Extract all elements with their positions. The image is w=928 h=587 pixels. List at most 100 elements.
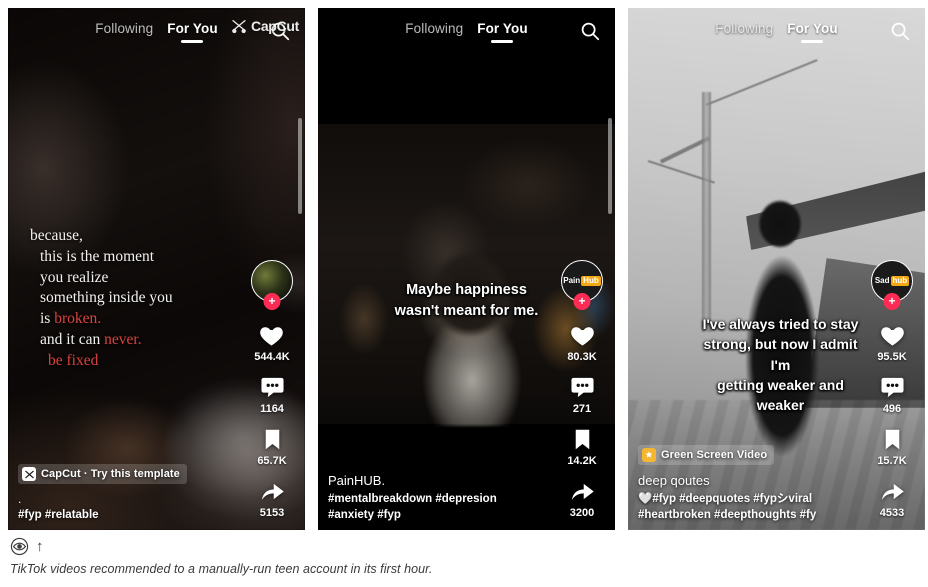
avatar-text-white-2: Pain (563, 276, 581, 285)
top-nav-bar-2: Following For You (318, 8, 615, 54)
caption-title-2: PainHUB. (328, 473, 386, 489)
share-action-2[interactable]: 3200 (567, 476, 597, 519)
avatar-text-highlight-2: Hub (581, 276, 601, 286)
capcut-watermark-label: CapCut (251, 18, 299, 34)
bookmark-action-3[interactable]: 15.7K (877, 424, 907, 467)
scroll-indicator-1[interactable] (298, 118, 302, 214)
tiktok-feed-figure: Following For You CapCut because, this i… (0, 0, 928, 587)
video-panel-2[interactable]: Following For You Maybe happiness wasn't… (318, 8, 615, 530)
subtitle-line-2: strong, but now I admit I'm (703, 336, 858, 373)
quote-line-6-red: never. (104, 330, 142, 348)
figure-footer: ↑ TikTok videos recommended to a manuall… (0, 532, 928, 587)
quote-line-1: because, (30, 227, 83, 244)
like-count-2: 80.3K (567, 351, 597, 363)
comment-count-3: 496 (882, 403, 902, 415)
bookmark-action-1[interactable]: 65.7K (257, 424, 287, 467)
share-icon (877, 476, 907, 506)
caption-tags-1[interactable]: #fyp #relatable (18, 508, 254, 524)
comment-icon (567, 372, 597, 402)
avatar-text-highlight-3: hub (890, 276, 910, 286)
like-action-1[interactable]: 544.4K (254, 320, 290, 363)
avatar-3[interactable]: Sad hub + (871, 260, 913, 310)
top-nav-bar-3: Following For You (628, 8, 925, 54)
like-count-1: 544.4K (254, 351, 290, 363)
footer-icon-row: ↑ (10, 534, 918, 558)
follow-plus-button-3[interactable]: + (883, 293, 901, 310)
video-caption-2: PainHUB. #mentalbreakdown #depresion #an… (328, 473, 564, 524)
capcut-template-label: CapCut · Try this template (41, 468, 180, 481)
heart-icon (877, 320, 907, 350)
quote-line-6-plain: and it can (40, 330, 105, 348)
caption-tags-line-1-3[interactable]: 🤍#fyp #deepquotes #fypシviral (638, 492, 874, 508)
quote-line-2: this is the moment (40, 247, 155, 265)
bookmark-icon (257, 424, 287, 454)
tab-following-1[interactable]: Following (95, 21, 153, 42)
quote-line-4: something inside you (40, 289, 173, 307)
figure-caption-text: TikTok videos recommended to a manually-… (10, 562, 433, 576)
bookmark-action-2[interactable]: 14.2K (567, 424, 597, 467)
comment-action-1[interactable]: 1164 (257, 372, 287, 415)
quote-line-7: be fixed (48, 351, 99, 369)
follow-plus-button-1[interactable]: + (263, 293, 281, 310)
tab-following-2[interactable]: Following (405, 21, 463, 42)
tab-for-you-3[interactable]: For You (787, 21, 837, 42)
like-action-2[interactable]: 80.3K (567, 320, 597, 363)
video-panel-1[interactable]: Following For You CapCut because, this i… (8, 8, 305, 530)
follow-plus-button-2[interactable]: + (573, 293, 591, 310)
video-panel-3[interactable]: Following For You I've always tried to s… (628, 8, 925, 530)
capcut-template-badge[interactable]: CapCut · Try this template (18, 464, 187, 485)
tab-for-you-2[interactable]: For You (477, 21, 527, 42)
capcut-logo-icon (231, 18, 247, 34)
caption-title-3: deep qoutes (638, 473, 710, 489)
quote-line-6: and it can never. (30, 330, 245, 351)
subtitle-line-1: I've always tried to stay (702, 316, 859, 332)
scroll-indicator-2[interactable] (608, 118, 612, 214)
green-screen-badge[interactable]: Green Screen Video (638, 445, 775, 466)
green-screen-icon (642, 448, 656, 463)
heart-icon (257, 320, 287, 350)
tab-following-3[interactable]: Following (715, 21, 773, 42)
quote-line-5-red: broken. (54, 310, 102, 328)
video-caption-3: Green Screen Video deep qoutes 🤍#fyp #de… (638, 445, 874, 524)
catenary-pole (702, 92, 711, 332)
tab-for-you-1[interactable]: For You (167, 21, 217, 42)
caption-tags-line-1-2[interactable]: #mentalbreakdown #depresion (328, 492, 564, 508)
like-count-3: 95.5K (877, 351, 907, 363)
quote-line-5: is broken. (30, 309, 245, 330)
subtitle-line-1: Maybe happiness (406, 282, 527, 298)
avatar-1[interactable]: + (251, 260, 293, 310)
caption-tags-line-2-2[interactable]: #anxiety #fyp (328, 508, 564, 524)
bookmark-count-2: 14.2K (567, 455, 597, 467)
comment-count-1: 1164 (260, 403, 284, 415)
subtitle-line-3: getting weaker and weaker (717, 376, 844, 414)
share-count-3: 4533 (879, 507, 905, 519)
capcut-template-icon (22, 467, 36, 482)
share-icon (567, 476, 597, 506)
avatar-2[interactable]: Pain Hub + (561, 260, 603, 310)
eye-icon[interactable] (10, 537, 29, 556)
comment-action-3[interactable]: 496 (877, 372, 907, 415)
bookmark-icon (877, 424, 907, 454)
comment-count-2: 271 (572, 403, 592, 415)
video-quote-overlay-1: because, this is the moment you realize … (30, 226, 245, 371)
share-action-3[interactable]: 4533 (877, 476, 907, 519)
comment-icon (257, 372, 287, 402)
share-action-1[interactable]: 5153 (257, 476, 287, 519)
share-count-2: 3200 (569, 507, 595, 519)
avatar-text-white-3: Sad (874, 276, 890, 285)
capcut-watermark: CapCut (231, 18, 299, 34)
overhead-wire-a (705, 59, 818, 106)
avatar-text-3: Sad hub (874, 276, 910, 286)
heart-icon (567, 320, 597, 350)
green-screen-label: Green Screen Video (661, 449, 768, 462)
panel-row: Following For You CapCut because, this i… (0, 0, 928, 532)
quote-line-3: you realize (40, 268, 109, 286)
caption-tags-line-2-3[interactable]: #heartbroken #deepthoughts #fy (638, 508, 874, 524)
up-arrow-icon[interactable]: ↑ (36, 539, 44, 554)
comment-action-2[interactable]: 271 (567, 372, 597, 415)
share-count-1: 5153 (259, 507, 285, 519)
like-action-3[interactable]: 95.5K (877, 320, 907, 363)
comment-icon (877, 372, 907, 402)
caption-title-1: . (18, 492, 22, 507)
video-caption-1: CapCut · Try this template . #fyp #relat… (18, 464, 254, 524)
